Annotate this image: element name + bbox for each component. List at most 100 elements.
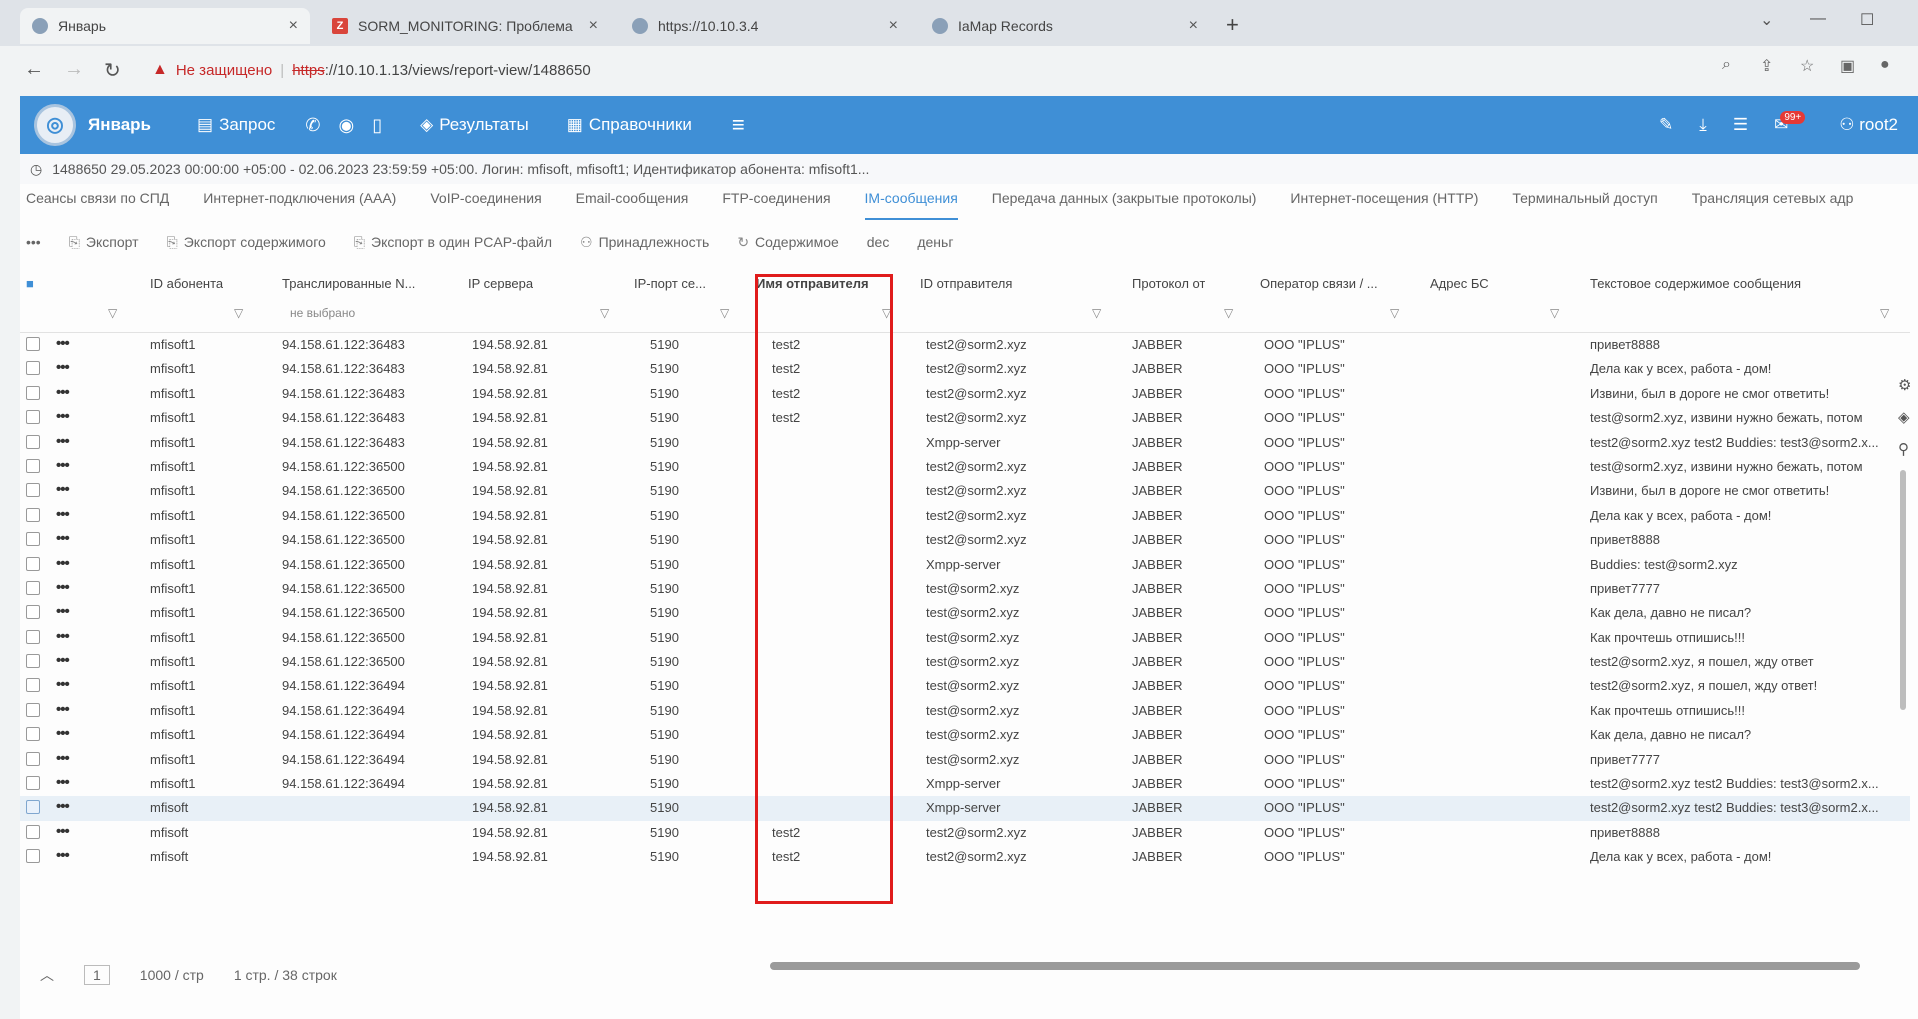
row-actions-icon[interactable]: ••• bbox=[56, 579, 70, 596]
page-number-input[interactable]: 1 bbox=[84, 965, 110, 985]
col-translated[interactable]: Транслированные N... bbox=[282, 276, 422, 291]
mobile-icon[interactable]: ▯ bbox=[372, 115, 382, 136]
table-row[interactable]: ••• mfisoft1 94.158.61.122:36483 194.58.92.… bbox=[20, 382, 1910, 406]
row-checkbox[interactable] bbox=[26, 385, 40, 400]
filter-funnel-icon[interactable]: ▽ bbox=[1880, 306, 1889, 320]
row-checkbox[interactable] bbox=[26, 507, 40, 522]
reload-icon[interactable]: ↻ bbox=[104, 58, 121, 83]
table-row[interactable]: ••• mfisoft1 94.158.61.122:36483 194.58.92.… bbox=[20, 406, 1910, 430]
col-subscriber-id[interactable]: ID абонента bbox=[150, 276, 223, 291]
phone-icon[interactable]: ✆ bbox=[305, 115, 320, 136]
row-checkbox[interactable] bbox=[26, 776, 40, 791]
app-logo[interactable]: ◎ bbox=[34, 104, 76, 146]
table-row[interactable]: ••• mfisoft1 94.158.61.122:36500 194.58.92.… bbox=[20, 528, 1910, 552]
nav-results[interactable]: ◈ Результаты bbox=[420, 115, 529, 135]
col-message-text[interactable]: Текстовое содержимое сообщения bbox=[1590, 276, 1801, 291]
export-pcap-button[interactable]: ⎘ Экспорт в один PCAP-файл bbox=[354, 234, 552, 251]
table-row[interactable]: ••• mfisoft1 94.158.61.122:36500 194.58.92.… bbox=[20, 504, 1910, 528]
row-actions-icon[interactable]: ••• bbox=[56, 774, 70, 791]
row-checkbox[interactable] bbox=[26, 849, 40, 864]
category-tab[interactable]: Трансляция сетевых адр bbox=[1692, 190, 1854, 220]
export-content-button[interactable]: ⎘ Экспорт содержимого bbox=[167, 234, 326, 251]
row-actions-icon[interactable]: ••• bbox=[56, 359, 70, 376]
filter-funnel-icon[interactable]: ▽ bbox=[108, 306, 117, 320]
row-checkbox[interactable] bbox=[26, 629, 40, 644]
row-actions-icon[interactable]: ••• bbox=[56, 652, 70, 669]
row-actions-icon[interactable]: ••• bbox=[56, 335, 70, 352]
minimize-icon[interactable]: — bbox=[1810, 10, 1826, 28]
vertical-scrollbar[interactable] bbox=[1900, 470, 1906, 710]
table-row[interactable]: ••• mfisoft1 94.158.61.122:36494 194.58.92.… bbox=[20, 723, 1910, 747]
select-all-checkbox[interactable]: ■ bbox=[26, 276, 34, 291]
profile-icon[interactable]: ● bbox=[1880, 56, 1890, 74]
nav-request[interactable]: ▤ Запрос bbox=[197, 115, 275, 135]
row-checkbox[interactable] bbox=[26, 605, 40, 620]
table-row[interactable]: ••• mfisoft1 94.158.61.122:36500 194.58.92.… bbox=[20, 577, 1910, 601]
table-row[interactable]: ••• mfisoft1 94.158.61.122:36500 194.58.92.… bbox=[20, 650, 1910, 674]
row-checkbox[interactable] bbox=[26, 361, 40, 376]
filter-funnel-icon[interactable]: ▽ bbox=[1390, 306, 1399, 320]
filter-funnel-icon[interactable]: ▽ bbox=[1092, 306, 1101, 320]
table-row[interactable]: ••• mfisoft1 94.158.61.122:36500 194.58.92.… bbox=[20, 479, 1910, 503]
dec-toggle[interactable]: dec bbox=[867, 234, 890, 250]
col-server-ip[interactable]: IP сервера bbox=[468, 276, 533, 291]
row-actions-icon[interactable]: ••• bbox=[56, 384, 70, 401]
scroll-top-icon[interactable]: ︿ bbox=[40, 965, 54, 985]
table-row[interactable]: ••• mfisoft1 94.158.61.122:36500 194.58.92.… bbox=[20, 553, 1910, 577]
table-row[interactable]: ••• mfisoft1 94.158.61.122:36483 194.58.92.… bbox=[20, 357, 1910, 381]
row-actions-icon[interactable]: ••• bbox=[56, 701, 70, 718]
row-actions-icon[interactable]: ••• bbox=[56, 603, 70, 620]
category-tab[interactable]: Интернет-подключения (AAA) bbox=[203, 190, 396, 220]
hamburger-menu-icon[interactable]: ≡ bbox=[732, 112, 745, 138]
row-checkbox[interactable] bbox=[26, 434, 40, 449]
notifications-icon[interactable]: ✉99+ bbox=[1774, 111, 1813, 135]
close-tab-icon[interactable]: × bbox=[889, 17, 898, 35]
close-tab-icon[interactable]: × bbox=[289, 17, 298, 35]
ownership-button[interactable]: ⚇ Принадлежность bbox=[580, 234, 709, 251]
export-button[interactable]: ⎘ Экспорт bbox=[69, 234, 139, 251]
table-row[interactable]: ••• mfisoft1 94.158.61.122:36494 194.58.92.… bbox=[20, 674, 1910, 698]
row-checkbox[interactable] bbox=[26, 800, 40, 815]
table-row[interactable]: ••• mfisoft1 94.158.61.122:36500 194.58.92.… bbox=[20, 601, 1910, 625]
table-row[interactable]: ••• mfisoft1 94.158.61.122:36494 194.58.92.… bbox=[20, 772, 1910, 796]
col-sender-id[interactable]: ID отправителя bbox=[920, 276, 1012, 291]
download-icon[interactable]: ⤓ bbox=[1699, 115, 1707, 135]
table-row[interactable]: ••• mfisoft1 94.158.61.122:36483 194.58.92.… bbox=[20, 431, 1910, 455]
row-checkbox[interactable] bbox=[26, 824, 40, 839]
category-tab[interactable]: Интернет-посещения (HTTP) bbox=[1290, 190, 1478, 220]
back-icon[interactable]: ← bbox=[24, 58, 44, 81]
table-row[interactable]: ••• mfisoft 194.58.92.81 5190 test2 test2@sor… bbox=[20, 845, 1910, 869]
zoom-icon[interactable]: ⌕ bbox=[1722, 56, 1731, 74]
browser-tab[interactable]: Z SORM_MONITORING: Проблема × bbox=[320, 8, 610, 44]
horizontal-scrollbar[interactable] bbox=[770, 962, 1860, 970]
row-checkbox[interactable] bbox=[26, 458, 40, 473]
col-server-port[interactable]: IP-порт се... bbox=[634, 276, 724, 291]
filter-funnel-icon[interactable]: ▽ bbox=[1224, 306, 1233, 320]
row-checkbox[interactable] bbox=[26, 532, 40, 547]
nav-directories[interactable]: ▦ Справочники bbox=[567, 115, 692, 135]
hex-toggle[interactable]: деньг bbox=[917, 234, 953, 250]
filter-funnel-icon[interactable]: ▽ bbox=[720, 306, 729, 320]
tab-search-icon[interactable]: ⌄ bbox=[1760, 10, 1773, 30]
browser-tab[interactable]: Январь × bbox=[20, 8, 310, 44]
col-translated-sub[interactable]: не выбрано bbox=[290, 306, 355, 320]
at-icon[interactable]: ◉ bbox=[339, 115, 355, 136]
new-tab-icon[interactable]: + bbox=[1226, 12, 1239, 38]
row-actions-icon[interactable]: ••• bbox=[56, 433, 70, 450]
filter-funnel-icon[interactable]: ▽ bbox=[234, 306, 243, 320]
row-checkbox[interactable] bbox=[26, 654, 40, 669]
table-row[interactable]: ••• mfisoft1 94.158.61.122:36500 194.58.92.… bbox=[20, 455, 1910, 479]
category-tab[interactable]: Терминальный доступ bbox=[1512, 190, 1657, 220]
category-tab[interactable]: Сеансы связи по СПД bbox=[26, 190, 169, 220]
row-actions-icon[interactable]: ••• bbox=[56, 725, 70, 742]
row-checkbox[interactable] bbox=[26, 483, 40, 498]
row-checkbox[interactable] bbox=[26, 727, 40, 742]
sidepanel-icon[interactable]: ▣ bbox=[1840, 56, 1855, 76]
table-row[interactable]: ••• mfisoft1 94.158.61.122:36483 194.58.92.… bbox=[20, 333, 1910, 357]
history-icon[interactable]: ◷ bbox=[30, 161, 42, 178]
category-tab[interactable]: VoIP-соединения bbox=[430, 190, 541, 220]
close-tab-icon[interactable]: × bbox=[1189, 17, 1198, 35]
row-actions-icon[interactable]: ••• bbox=[56, 457, 70, 474]
row-actions-icon[interactable]: ••• bbox=[56, 798, 70, 815]
filter-funnel-icon[interactable]: ▽ bbox=[600, 306, 609, 320]
